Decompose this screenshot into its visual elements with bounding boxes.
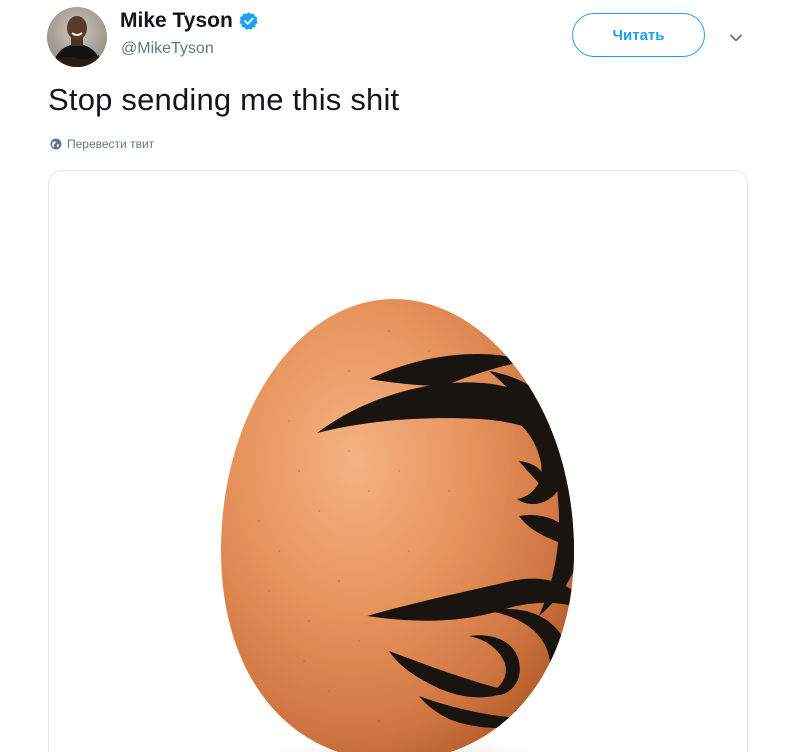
globe-icon — [50, 138, 62, 150]
egg-tattoo-image — [221, 299, 574, 752]
more-options-button[interactable] — [724, 26, 748, 50]
tweet-media[interactable] — [48, 170, 748, 752]
translate-label[interactable]: Перевести твит — [67, 137, 154, 151]
tweet: Mike Tyson @MikeTyson Читать Stop sendin… — [0, 0, 800, 752]
user-handle[interactable]: @MikeTyson — [121, 40, 214, 58]
verified-badge-icon — [239, 11, 259, 31]
follow-button[interactable]: Читать — [572, 13, 705, 57]
avatar[interactable] — [47, 7, 107, 67]
user-name-row[interactable]: Mike Tyson — [120, 9, 259, 33]
display-name[interactable]: Mike Tyson — [120, 9, 233, 33]
tweet-text: Stop sending me this shit — [48, 82, 400, 117]
chevron-down-icon — [730, 34, 742, 42]
translate-tweet-link[interactable]: Перевести твит — [50, 137, 154, 151]
avatar-image — [47, 7, 107, 67]
